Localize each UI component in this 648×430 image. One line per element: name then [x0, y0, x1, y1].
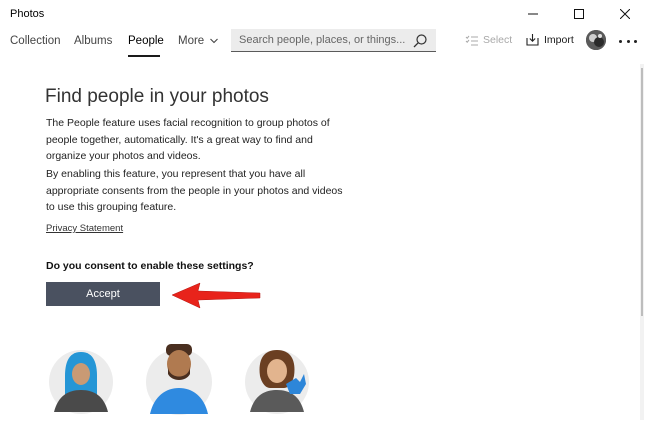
avatar-image — [586, 30, 606, 50]
account-avatar[interactable] — [586, 30, 606, 50]
privacy-statement-link[interactable]: Privacy Statement — [46, 223, 123, 234]
consent-question: Do you consent to enable these settings? — [46, 260, 254, 272]
tab-more-label: More — [178, 35, 205, 47]
title-bar: Photos — [0, 0, 648, 28]
import-button[interactable]: Import — [526, 34, 574, 46]
maximize-button[interactable] — [556, 0, 602, 28]
search-icon[interactable] — [412, 33, 428, 49]
annotation-arrow-icon — [171, 282, 261, 309]
search-input[interactable] — [239, 32, 407, 48]
import-icon — [526, 34, 539, 46]
feature-description: The People feature uses facial recogniti… — [46, 117, 330, 162]
tab-people[interactable]: People — [128, 35, 164, 47]
person-illustration-1 — [49, 350, 113, 414]
maximize-icon — [574, 9, 584, 19]
tab-more[interactable]: More — [178, 35, 219, 47]
accept-button[interactable]: Accept — [46, 282, 160, 306]
tab-collection[interactable]: Collection — [10, 35, 61, 47]
chevron-down-icon — [210, 38, 219, 44]
scrollbar-thumb[interactable] — [641, 68, 643, 316]
app-title: Photos — [10, 8, 45, 20]
consent-description: By enabling this feature, you represent … — [46, 168, 343, 213]
page-title: Find people in your photos — [45, 86, 269, 107]
person-illustration-2 — [146, 344, 212, 415]
person-illustration-3 — [245, 350, 309, 414]
import-label: Import — [544, 34, 574, 46]
close-button[interactable] — [602, 0, 648, 28]
minimize-icon — [528, 13, 538, 15]
minimize-button[interactable] — [510, 0, 556, 28]
search-box[interactable] — [231, 29, 436, 52]
select-button[interactable]: Select — [465, 34, 512, 46]
active-tab-indicator — [128, 55, 160, 57]
more-options-icon[interactable] — [619, 33, 637, 49]
select-label: Select — [483, 34, 513, 46]
tab-albums[interactable]: Albums — [74, 35, 112, 47]
close-icon — [620, 9, 630, 19]
select-icon — [465, 35, 478, 45]
